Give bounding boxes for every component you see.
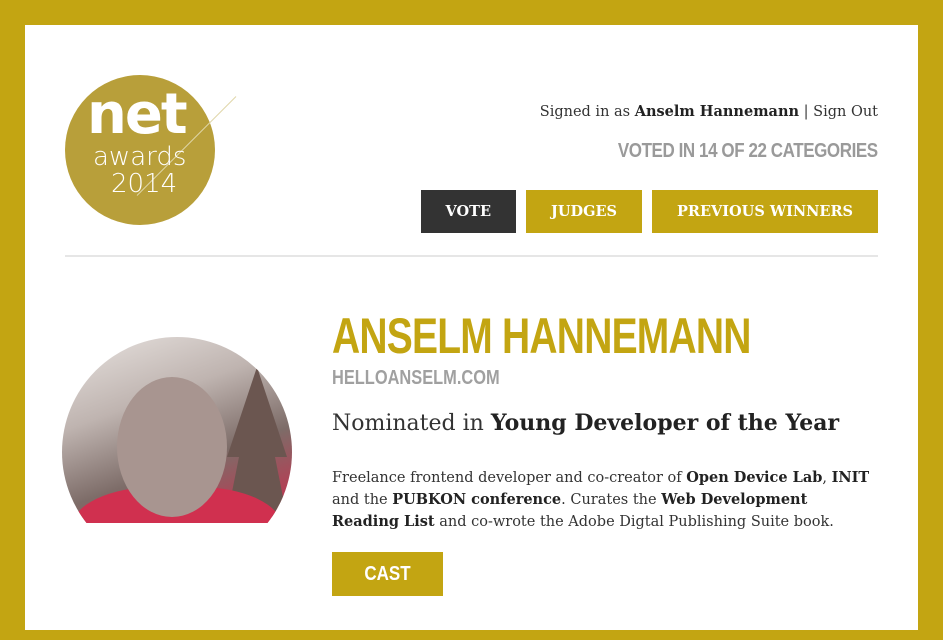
nominee-photo bbox=[62, 337, 292, 523]
photo-circle bbox=[62, 337, 292, 523]
logo-awards-text: awards bbox=[93, 142, 187, 172]
cast-vote-label: CAST VOTE bbox=[364, 563, 411, 629]
nav-vote-button[interactable]: VOTE bbox=[420, 190, 517, 233]
bio-text: Freelance frontend developer and co-crea… bbox=[332, 470, 682, 486]
nominated-prefix: Nominated in bbox=[332, 411, 484, 436]
nominee-name: ANSELM HANNEMANN bbox=[332, 308, 751, 364]
bio-text: and co-wrote the Adobe Digtal Publishing… bbox=[439, 514, 834, 530]
nav-judges-button[interactable]: JUDGES bbox=[526, 190, 643, 233]
bio-highlight-init: INIT bbox=[831, 469, 870, 486]
nominee-bio: Freelance frontend developer and co-crea… bbox=[332, 467, 872, 533]
account-separator: | bbox=[803, 104, 809, 120]
bio-text: and the bbox=[332, 492, 388, 508]
nav-previous-winners-button[interactable]: PREVIOUS WINNERS bbox=[652, 190, 878, 233]
bio-text: , bbox=[822, 470, 827, 486]
cast-vote-button[interactable]: CAST VOTE bbox=[332, 552, 443, 629]
bio-text: . Curates the bbox=[561, 492, 657, 508]
bio-highlight-open-device-lab: Open Device Lab bbox=[686, 469, 823, 486]
net-awards-logo[interactable]: net awards 2014 bbox=[65, 75, 240, 250]
main-nav: VOTE JUDGES PREVIOUS WINNERS bbox=[420, 190, 878, 233]
header-divider bbox=[65, 255, 878, 257]
signed-in-prefix: Signed in as bbox=[539, 104, 631, 120]
main-panel: net awards 2014 Signed in as Anselm Hann… bbox=[25, 25, 918, 630]
sign-out-link[interactable]: Sign Out bbox=[813, 104, 878, 120]
signed-in-user: Anselm Hannemann bbox=[634, 103, 800, 120]
bio-highlight-pubkon: PUBKON conference bbox=[392, 491, 562, 508]
nomination-category: Young Developer of the Year bbox=[490, 410, 840, 436]
account-status: Signed in as Anselm Hannemann | Sign Out bbox=[540, 103, 878, 120]
nominee-website-link[interactable]: HELLOANSELM.COM bbox=[332, 367, 500, 389]
voting-progress: VOTED IN 14 OF 22 CATEGORIES bbox=[618, 140, 878, 162]
logo-net-text: net bbox=[87, 82, 188, 147]
nomination-line: Nominated in Young Developer of the Year bbox=[332, 410, 839, 436]
photo-face bbox=[117, 377, 227, 517]
logo-year-text: 2014 bbox=[111, 169, 178, 199]
